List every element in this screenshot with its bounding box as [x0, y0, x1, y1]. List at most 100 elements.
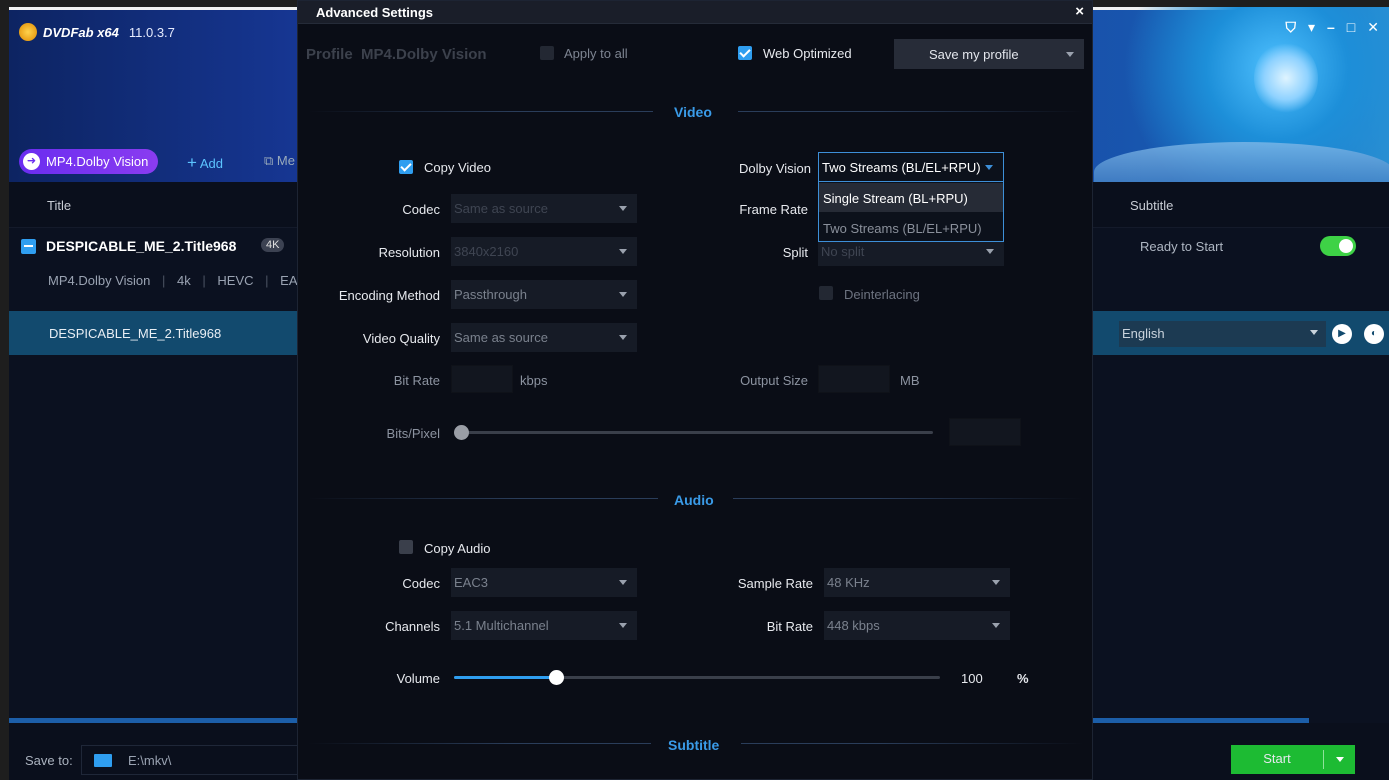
- chevron-down-icon[interactable]: [1066, 52, 1074, 57]
- column-title: Title: [47, 198, 72, 213]
- chevron-down-icon: [619, 623, 627, 628]
- column-subtitle: Subtitle: [1130, 198, 1174, 213]
- video-section-title: Video: [674, 104, 712, 120]
- web-optimized-checkbox[interactable]: [738, 46, 752, 60]
- dolby-vision-value: Two Streams (BL/EL+RPU): [822, 160, 981, 175]
- skin-icon[interactable]: ⛉: [1285, 19, 1296, 36]
- apply-to-all-label: Apply to all: [564, 46, 628, 61]
- menu-icon[interactable]: ▾: [1308, 19, 1315, 36]
- video-quality-label: Video Quality: [362, 331, 440, 346]
- audio-codec-select[interactable]: EAC3: [451, 568, 637, 597]
- bits-pixel-label: Bits/Pixel: [386, 426, 440, 441]
- dolby-vision-select[interactable]: Two Streams (BL/EL+RPU): [818, 152, 1004, 182]
- start-separator: [1323, 750, 1324, 769]
- dolby-vision-label: Dolby Vision: [738, 161, 811, 176]
- audio-codec-value: EAC3: [454, 575, 488, 590]
- dolby-option-single-stream[interactable]: Single Stream (BL+RPU): [819, 183, 1003, 212]
- enable-toggle[interactable]: [1320, 236, 1356, 256]
- profile-pill-label: MP4.Dolby Vision: [46, 154, 149, 169]
- audio-bit-rate-value: 448 kbps: [827, 618, 880, 633]
- add-button[interactable]: + Add: [187, 153, 223, 173]
- subtitle-select[interactable]: English: [1119, 321, 1326, 347]
- copy-audio-checkbox[interactable]: [399, 540, 413, 554]
- minimize-icon[interactable]: –: [1327, 19, 1335, 36]
- channels-label: Channels: [385, 619, 440, 634]
- play-icon[interactable]: ▶: [1332, 324, 1352, 344]
- chevron-down-icon: [619, 580, 627, 585]
- audio-section-line-left: [308, 498, 658, 499]
- plus-icon: +: [187, 153, 197, 172]
- subtitle-section-title: Subtitle: [668, 737, 720, 753]
- chevron-down-icon: [619, 206, 627, 211]
- save-profile-label: Save my profile: [929, 47, 1019, 62]
- save-path-text: E:\mkv\: [128, 753, 172, 768]
- resolution-select[interactable]: 3840x2160: [451, 237, 637, 266]
- meta-codec: HEVC: [217, 273, 254, 288]
- chevron-down-icon: [619, 292, 627, 297]
- bit-rate-input[interactable]: [451, 365, 513, 393]
- copy-video-checkbox[interactable]: [399, 160, 413, 174]
- profile-name: MP4.Dolby Vision: [361, 46, 487, 63]
- profile-label: Profile: [306, 46, 353, 63]
- track-name: DESPICABLE_ME_2.Title968: [49, 326, 222, 341]
- save-path-field[interactable]: [81, 745, 301, 775]
- dolby-option-two-streams[interactable]: Two Streams (BL/EL+RPU): [819, 213, 1003, 242]
- close-icon[interactable]: ✕: [1367, 19, 1379, 36]
- audio-section-title: Audio: [674, 492, 714, 508]
- subtitle-section-line-left: [308, 743, 651, 744]
- output-size-label: Output Size: [740, 373, 808, 388]
- sample-rate-value: 48 KHz: [827, 575, 870, 590]
- meta-audio: EA: [280, 273, 298, 288]
- audio-bit-rate-label: Bit Rate: [766, 619, 813, 634]
- dvdfab-logo-icon: [19, 23, 37, 41]
- apply-to-all-checkbox[interactable]: [540, 46, 554, 60]
- merge-icon: ⧉: [264, 153, 274, 168]
- folder-icon[interactable]: [94, 754, 112, 767]
- start-button[interactable]: Start: [1231, 745, 1355, 774]
- edit-icon[interactable]: ◐: [1364, 324, 1384, 344]
- merge-button[interactable]: ⧉ Me: [264, 153, 295, 169]
- deinterlacing-checkbox[interactable]: [819, 286, 833, 300]
- volume-slider-handle[interactable]: [549, 670, 564, 685]
- channels-select[interactable]: 5.1 Multichannel: [451, 611, 637, 640]
- web-optimized-label: Web Optimized: [763, 46, 852, 61]
- encoding-method-label: Encoding Method: [338, 288, 440, 303]
- add-label: Add: [199, 156, 223, 171]
- video-section-line-right: [738, 111, 1083, 112]
- resolution-value: 3840x2160: [454, 244, 519, 259]
- start-dropdown-icon[interactable]: [1336, 757, 1344, 762]
- meta-resolution: 4k: [177, 273, 191, 288]
- video-codec-value: Same as source: [454, 201, 548, 216]
- video-codec-select[interactable]: Same as source: [451, 194, 637, 223]
- codec-label: Codec: [402, 202, 440, 217]
- logo-text: DVDFab x64: [43, 24, 119, 40]
- video-quality-select[interactable]: Same as source: [451, 323, 637, 352]
- close-icon[interactable]: ×: [1075, 3, 1084, 20]
- app-version: 11.0.3.7: [128, 24, 175, 40]
- start-label: Start: [1263, 751, 1291, 766]
- audio-bit-rate-select[interactable]: 448 kbps: [824, 611, 1010, 640]
- output-size-unit: MB: [900, 373, 920, 388]
- bits-pixel-slider-handle[interactable]: [454, 425, 469, 440]
- title-collapse-checkbox[interactable]: [21, 239, 36, 254]
- chevron-down-icon: [619, 249, 627, 254]
- status-text: Ready to Start: [1140, 239, 1224, 254]
- bits-pixel-slider[interactable]: [458, 431, 933, 434]
- output-size-input[interactable]: [818, 365, 890, 393]
- audio-codec-label: Codec: [402, 576, 440, 591]
- save-profile-button[interactable]: Save my profile: [894, 39, 1084, 69]
- sample-rate-select[interactable]: 48 KHz: [824, 568, 1010, 597]
- split-value: No split: [821, 244, 865, 259]
- meta-profile: MP4.Dolby Vision: [48, 273, 151, 288]
- bits-pixel-input[interactable]: [949, 418, 1021, 446]
- save-to-label: Save to:: [25, 753, 73, 768]
- maximize-icon[interactable]: □: [1347, 19, 1355, 36]
- video-quality-value: Same as source: [454, 330, 548, 345]
- encoding-method-select[interactable]: Passthrough: [451, 280, 637, 309]
- chevron-down-icon: [986, 249, 994, 254]
- profile-selector[interactable]: ➜ MP4.Dolby Vision: [19, 149, 159, 174]
- copy-video-label: Copy Video: [424, 160, 491, 175]
- volume-input[interactable]: 100: [950, 664, 1004, 692]
- chevron-down-icon: [992, 580, 1000, 585]
- channels-value: 5.1 Multichannel: [454, 618, 549, 633]
